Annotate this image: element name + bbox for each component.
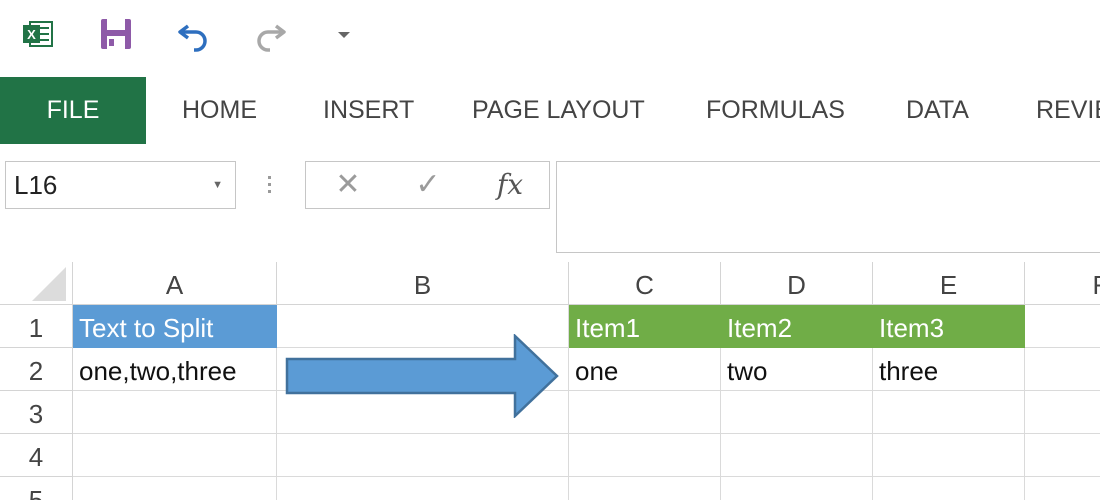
undo-icon[interactable] [174,14,214,54]
tab-data[interactable]: DATA [906,77,969,144]
select-all-button[interactable] [0,262,73,305]
name-box-value: L16 [14,170,58,200]
cell-d5[interactable] [721,477,873,500]
cell-d1[interactable]: Item2 [721,305,873,348]
select-all-icon [32,267,66,301]
customize-toolbar-icon[interactable] [324,14,364,54]
cell-c2[interactable]: one [569,348,721,391]
tab-file[interactable]: FILE [0,77,146,144]
cell-f1[interactable] [1025,305,1100,348]
tab-review[interactable]: REVIE [1036,77,1100,144]
formula-input[interactable] [556,161,1100,253]
cell-d2[interactable]: two [721,348,873,391]
cell-d4[interactable] [721,434,873,477]
cell-a5[interactable] [73,477,277,500]
name-box[interactable]: L16 ▼ [5,161,236,209]
drag-handle-icon[interactable] [268,176,272,196]
cell-a1[interactable]: Text to Split [73,305,277,348]
split-arrow-shape[interactable] [285,334,560,418]
excel-window: X FILE HOME INSERT PAGE LAYOUT FORMULAS … [0,0,1100,500]
cell-d3[interactable] [721,391,873,434]
cell-c5[interactable] [569,477,721,500]
tab-formulas[interactable]: FORMULAS [706,77,845,144]
chevron-down-icon[interactable]: ▼ [212,162,223,208]
cancel-icon[interactable]: ✕ [318,162,378,208]
cell-c4[interactable] [569,434,721,477]
column-header-c[interactable]: C [569,262,721,305]
row-header-4[interactable]: 4 [0,434,73,477]
tab-insert[interactable]: INSERT [323,77,414,144]
quick-access-toolbar: X [0,0,1100,70]
row-header-1[interactable]: 1 [0,305,73,348]
excel-logo-icon[interactable]: X [18,14,58,54]
cell-b4[interactable] [277,434,569,477]
formula-buttons: ✕ ✓ fx [305,161,550,209]
cell-e4[interactable] [873,434,1025,477]
cell-f3[interactable] [1025,391,1100,434]
cell-f4[interactable] [1025,434,1100,477]
svg-text:X: X [27,27,36,42]
column-header-e[interactable]: E [873,262,1025,305]
cell-e2[interactable]: three [873,348,1025,391]
redo-icon[interactable] [250,14,290,54]
cell-b5[interactable] [277,477,569,500]
cell-a4[interactable] [73,434,277,477]
cell-a3[interactable] [73,391,277,434]
cell-f5[interactable] [1025,477,1100,500]
cell-f2[interactable] [1025,348,1100,391]
cell-e5[interactable] [873,477,1025,500]
column-header-b[interactable]: B [277,262,569,305]
cell-c3[interactable] [569,391,721,434]
tab-page-layout[interactable]: PAGE LAYOUT [472,77,645,144]
row-header-5[interactable]: 5 [0,477,73,500]
row-header-2[interactable]: 2 [0,348,73,391]
insert-function-button[interactable]: fx [480,162,540,208]
row-header-3[interactable]: 3 [0,391,73,434]
cell-a2[interactable]: one,two,three [73,348,277,391]
column-header-d[interactable]: D [721,262,873,305]
column-header-a[interactable]: A [73,262,277,305]
save-icon[interactable] [96,14,136,54]
cell-e1[interactable]: Item3 [873,305,1025,348]
ribbon-tabs: FILE HOME INSERT PAGE LAYOUT FORMULAS DA… [0,77,1100,144]
cell-c1[interactable]: Item1 [569,305,721,348]
column-header-f[interactable]: F [1025,262,1100,305]
enter-icon[interactable]: ✓ [398,162,458,208]
cell-e3[interactable] [873,391,1025,434]
tab-home[interactable]: HOME [182,77,257,144]
